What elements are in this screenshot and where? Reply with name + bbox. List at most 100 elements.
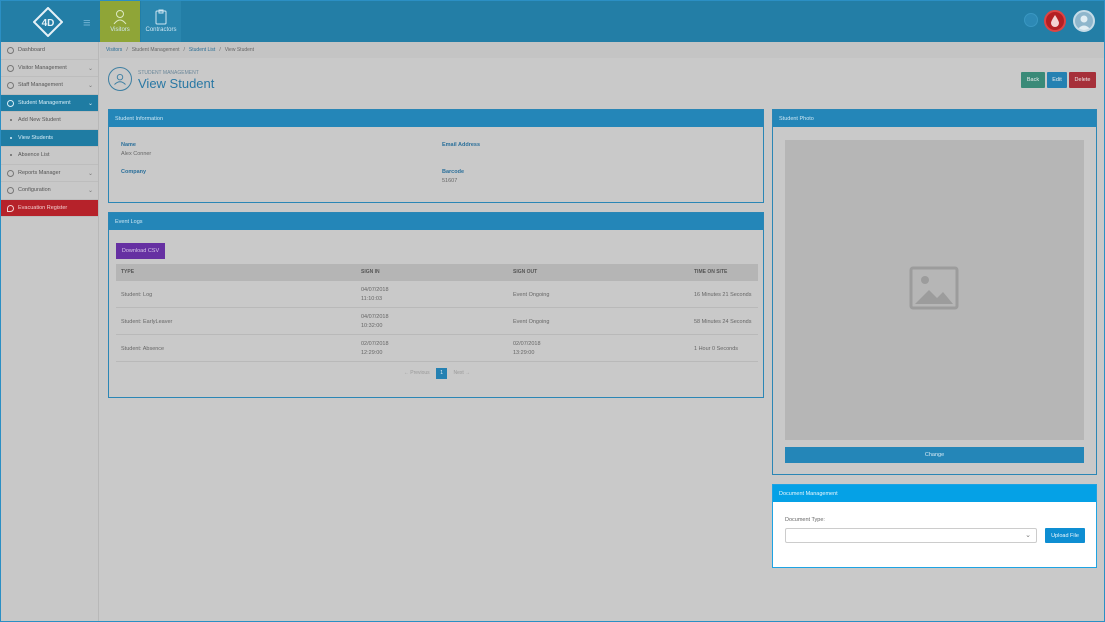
document-type-select[interactable]: ⌄ — [785, 528, 1037, 543]
email-label: Email Address — [442, 142, 481, 148]
chevron-down-icon: ⌄ — [87, 83, 93, 89]
pagination-page-1[interactable]: 1 — [436, 368, 448, 379]
sidebar-item-label: Visitor Management — [18, 64, 67, 71]
table-row: Student: Absence 02/07/2018 12:29:00 02/… — [116, 335, 758, 362]
svg-text:4D: 4D — [42, 18, 55, 29]
breadcrumb-link-student-list[interactable]: Student List — [189, 47, 215, 53]
change-photo-button[interactable]: Change — [785, 447, 1084, 463]
sidebar-item-add-new-student[interactable]: Add New Student — [1, 112, 98, 130]
event-logs-panel: Event Logs Download CSV TYPE SIGN IN SIG… — [108, 212, 764, 398]
app-frame: 4D ≡ Visitors Contractors Dashboard Visi… — [1, 1, 1104, 621]
cell-sign-in-date: 02/07/2018 — [361, 341, 389, 347]
table-header: TYPE SIGN IN SIGN OUT TIME ON SITE — [116, 264, 758, 281]
breadcrumb-item-student-management: Student Management — [131, 47, 180, 53]
gear-icon — [7, 187, 14, 194]
person-icon — [7, 99, 14, 107]
tab-contractors-label: Contractors — [145, 27, 177, 33]
table-row: Student: EarlyLeaver 04/07/2018 10:32:00… — [116, 308, 758, 335]
column-header-time-on-site[interactable]: TIME ON SITE — [694, 269, 727, 275]
download-csv-button[interactable]: Download CSV — [116, 243, 165, 259]
panel-heading: Student Information — [109, 110, 763, 127]
fire-icon — [7, 204, 14, 212]
panel-heading: Document Management — [773, 485, 1096, 502]
breadcrumb-separator: / — [183, 47, 185, 53]
page-title: View Student — [138, 76, 215, 91]
back-button[interactable]: Back — [1021, 72, 1045, 88]
breadcrumb: Visitors / Student Management / Student … — [100, 42, 1104, 58]
company-label: Company — [121, 169, 147, 175]
chevron-down-icon: ⌄ — [87, 188, 93, 194]
breadcrumb-separator: / — [219, 47, 221, 53]
sidebar-item-label: Student Management — [18, 99, 71, 106]
cell-sign-in-time: 11:10:03 — [361, 296, 383, 302]
cell-sign-in-date: 04/07/2018 — [361, 314, 389, 320]
breadcrumb-link-visitors[interactable]: Visitors — [106, 47, 122, 53]
dashboard-icon — [7, 47, 14, 54]
person-icon — [113, 10, 127, 25]
sidebar-item-label: Absence List — [18, 152, 50, 159]
name-value: Alex Conner — [121, 151, 152, 157]
reports-icon — [7, 169, 14, 177]
brand-logo-icon[interactable]: 4D — [33, 7, 63, 37]
cell-type: Student: Absence — [121, 346, 165, 352]
column-header-sign-out[interactable]: SIGN OUT — [513, 269, 537, 275]
cell-type: Student: EarlyLeaver — [121, 319, 173, 325]
panel-heading: Student Photo — [773, 110, 1096, 127]
pagination-next[interactable]: Next → — [453, 370, 470, 376]
cell-time-on-site: 58 Minutes 24 Seconds — [694, 319, 752, 325]
chevron-down-icon: ⌄ — [87, 100, 93, 107]
notifications-bell-icon[interactable] — [1024, 13, 1038, 27]
barcode-value: 51607 — [442, 178, 458, 184]
sidebar-item-absence-list[interactable]: Absence List — [1, 147, 98, 165]
tab-contractors[interactable]: Contractors — [141, 1, 181, 42]
document-type-label: Document Type: — [785, 517, 825, 523]
sidebar-item-reports-manager[interactable]: Reports Manager ⌄ — [1, 165, 98, 182]
sidebar-item-student-management[interactable]: Student Management ⌄ — [1, 94, 98, 112]
evacuation-alert-icon[interactable] — [1044, 10, 1066, 32]
cell-sign-out-date: 02/07/2018 — [513, 341, 541, 347]
sidebar-item-label: View Students — [18, 134, 54, 141]
sidebar-item-label: Evacuation Register — [18, 204, 68, 211]
document-management-panel: Document Management Document Type: ⌄ Upl… — [772, 484, 1097, 568]
top-bar: 4D ≡ Visitors Contractors — [1, 1, 1104, 42]
cell-time-on-site: 1 Hour 0 Seconds — [694, 346, 739, 352]
upload-file-button[interactable]: Upload File — [1045, 528, 1085, 543]
panel-heading: Event Logs — [109, 213, 763, 230]
pagination-previous[interactable]: ← Previous — [404, 370, 430, 376]
name-label: Name — [121, 142, 136, 148]
column-header-sign-in[interactable]: SIGN IN — [361, 269, 380, 275]
chevron-down-icon: ⌄ — [87, 65, 93, 72]
sidebar-item-configuration[interactable]: Configuration ⌄ — [1, 182, 98, 200]
menu-toggle-icon[interactable]: ≡ — [83, 15, 91, 30]
sidebar-item-view-students[interactable]: View Students — [1, 129, 98, 147]
cell-sign-out: Event Ongoing — [513, 319, 550, 325]
column-header-type[interactable]: TYPE — [121, 269, 134, 275]
user-avatar[interactable] — [1073, 10, 1095, 32]
sidebar: Dashboard Visitor Management ⌄ Staff Man… — [1, 42, 99, 621]
student-management-icon — [108, 67, 132, 91]
cell-sign-out: Event Ongoing — [513, 292, 550, 298]
student-photo-panel: Student Photo Change — [772, 109, 1097, 475]
chevron-down-icon: ⌄ — [1025, 532, 1031, 539]
clipboard-icon — [155, 9, 167, 25]
person-icon — [7, 64, 14, 72]
edit-button[interactable]: Edit — [1047, 72, 1067, 88]
photo-placeholder — [785, 140, 1084, 440]
sidebar-item-staff-management[interactable]: Staff Management ⌄ — [1, 77, 98, 95]
student-information-panel: Student Information Name Alex Conner Ema… — [108, 109, 764, 203]
tab-visitors[interactable]: Visitors — [100, 1, 140, 42]
sidebar-item-label: Dashboard — [18, 47, 45, 54]
sidebar-item-visitor-management[interactable]: Visitor Management ⌄ — [1, 60, 98, 77]
car-icon — [7, 82, 14, 89]
barcode-label: Barcode — [442, 169, 465, 175]
sidebar-item-evacuation-register[interactable]: Evacuation Register — [1, 199, 98, 217]
delete-button[interactable]: Delete — [1069, 72, 1096, 88]
cell-sign-in-time: 10:32:00 — [361, 323, 383, 329]
breadcrumb-item-current: View Student — [224, 47, 255, 53]
cell-sign-in-time: 12:29:00 — [361, 350, 383, 356]
sidebar-item-label: Configuration — [18, 187, 51, 194]
table-row: Student: Log 04/07/2018 11:10:03 Event O… — [116, 281, 758, 308]
sidebar-item-dashboard[interactable]: Dashboard — [1, 42, 98, 60]
cell-time-on-site: 16 Minutes 21 Seconds — [694, 292, 752, 298]
bullet-icon — [10, 119, 12, 121]
